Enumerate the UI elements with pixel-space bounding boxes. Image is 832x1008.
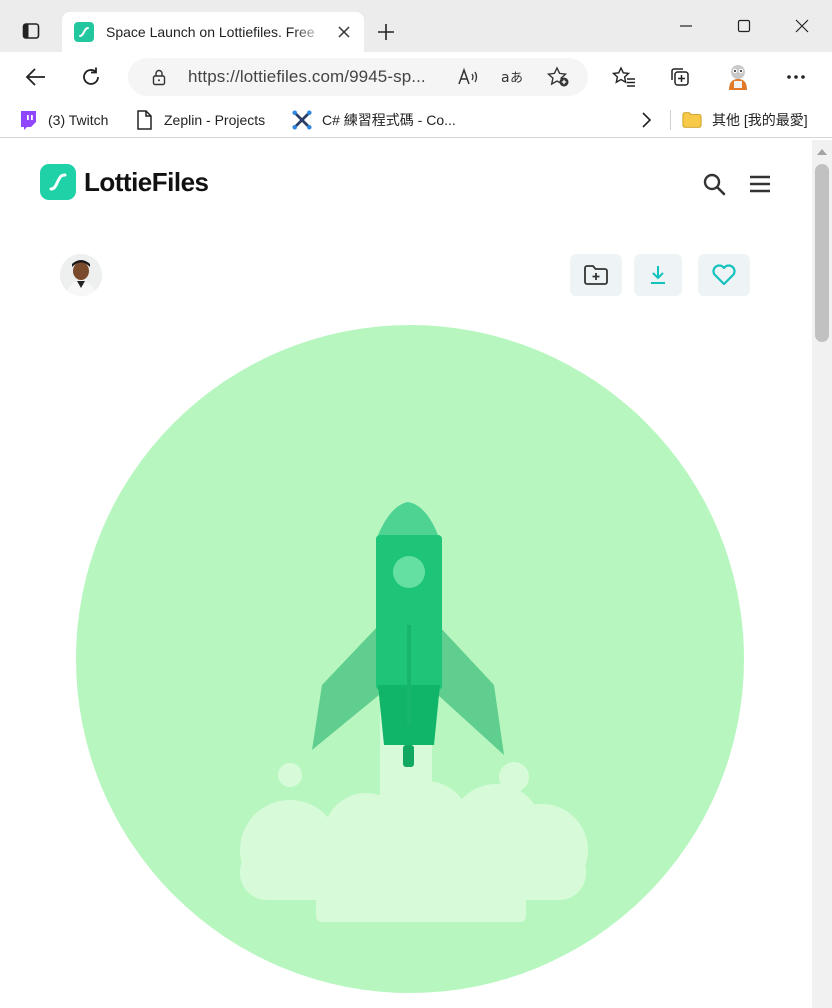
more-dots-icon xyxy=(787,75,805,79)
active-tab[interactable]: Space Launch on Lottiefiles. Free xyxy=(62,12,364,52)
download-icon xyxy=(651,266,665,284)
bookmark-label: (3) Twitch xyxy=(48,112,109,128)
cross-logo-icon xyxy=(292,110,312,130)
close-icon xyxy=(795,19,809,33)
translate-icon[interactable]: aあ xyxy=(500,66,524,88)
lottiefiles-logo-icon[interactable] xyxy=(40,164,76,200)
bookmark-zeplin[interactable]: Zeplin - Projects xyxy=(134,108,265,132)
minimize-icon xyxy=(680,25,692,27)
lock-icon xyxy=(152,69,166,86)
tab-actions-icon xyxy=(22,23,40,39)
animation-preview[interactable] xyxy=(76,325,744,993)
page-viewport: LottieFiles xyxy=(0,140,832,1008)
svg-text:あ: あ xyxy=(510,71,523,86)
creator-avatar[interactable] xyxy=(60,254,102,296)
folder-icon xyxy=(682,110,702,130)
favorites-list-icon xyxy=(612,66,635,87)
refresh-icon xyxy=(83,67,99,85)
svg-text:a: a xyxy=(501,70,510,86)
like-button[interactable] xyxy=(698,254,750,296)
page-scrollbar[interactable] xyxy=(812,140,832,1008)
scroll-up-arrow-icon[interactable] xyxy=(816,146,828,156)
bookmarks-overflow-button[interactable] xyxy=(640,108,652,132)
rocket-window xyxy=(393,556,425,588)
heart-icon xyxy=(712,264,736,286)
read-aloud-icon[interactable] xyxy=(456,66,480,88)
back-button[interactable] xyxy=(18,60,54,94)
maximize-icon xyxy=(737,19,751,33)
download-button[interactable] xyxy=(634,254,682,296)
site-header: LottieFiles xyxy=(0,140,812,234)
logo-text[interactable]: LottieFiles xyxy=(84,167,209,198)
maximize-button[interactable] xyxy=(726,10,762,42)
settings-more-button[interactable] xyxy=(778,60,814,94)
browser-tab-strip: Space Launch on Lottiefiles. Free xyxy=(0,0,832,52)
tab-actions-button[interactable] xyxy=(14,14,48,48)
hamburger-menu-icon xyxy=(750,175,770,193)
collections-icon xyxy=(671,68,689,86)
other-favorites-label: 其他 [我的最愛] xyxy=(712,112,808,128)
profile-button[interactable] xyxy=(720,60,756,94)
folder-plus-icon xyxy=(584,265,608,285)
profile-avatar-icon xyxy=(729,65,747,90)
tab-close-button[interactable] xyxy=(334,22,354,42)
browser-toolbar: https://lottiefiles.com/9945-sp... aあ xyxy=(0,52,832,102)
bookmarks-bar: (3) Twitch Zeplin - Projects C# 練習程式碼 - … xyxy=(0,102,832,138)
bookmark-label: C# 練習程式碼 - Co... xyxy=(322,112,456,128)
lottiefiles-favicon-icon xyxy=(74,22,94,42)
other-favorites-folder[interactable]: 其他 [我的最愛] xyxy=(682,108,808,132)
chevron-right-icon xyxy=(642,112,652,128)
refresh-button[interactable] xyxy=(73,60,109,94)
collections-button[interactable] xyxy=(662,60,698,94)
close-icon xyxy=(338,26,350,38)
add-favorite-icon[interactable] xyxy=(546,66,570,88)
twitch-icon xyxy=(18,110,38,130)
menu-button[interactable] xyxy=(746,170,774,198)
bookmark-label: Zeplin - Projects xyxy=(164,112,266,128)
search-icon xyxy=(703,173,726,196)
document-icon xyxy=(134,110,154,130)
minimize-button[interactable] xyxy=(668,10,704,42)
scrollbar-thumb[interactable] xyxy=(815,164,829,342)
url-text: https://lottiefiles.com/9945-sp... xyxy=(188,67,426,86)
save-to-folder-button[interactable] xyxy=(570,254,622,296)
address-bar[interactable]: https://lottiefiles.com/9945-sp... aあ xyxy=(128,58,588,96)
bookmark-csharp[interactable]: C# 練習程式碼 - Co... xyxy=(292,108,456,132)
arrow-left-icon xyxy=(25,68,45,86)
new-tab-button[interactable] xyxy=(370,16,402,48)
bookmark-twitch[interactable]: (3) Twitch xyxy=(18,108,108,132)
tab-title: Space Launch on Lottiefiles. Free xyxy=(106,24,315,40)
search-button[interactable] xyxy=(700,170,728,198)
favorites-button[interactable] xyxy=(606,60,642,94)
plus-icon xyxy=(378,24,394,40)
rocket-launch-illustration xyxy=(76,325,744,993)
close-window-button[interactable] xyxy=(784,10,820,42)
bookmarks-divider xyxy=(670,110,671,130)
